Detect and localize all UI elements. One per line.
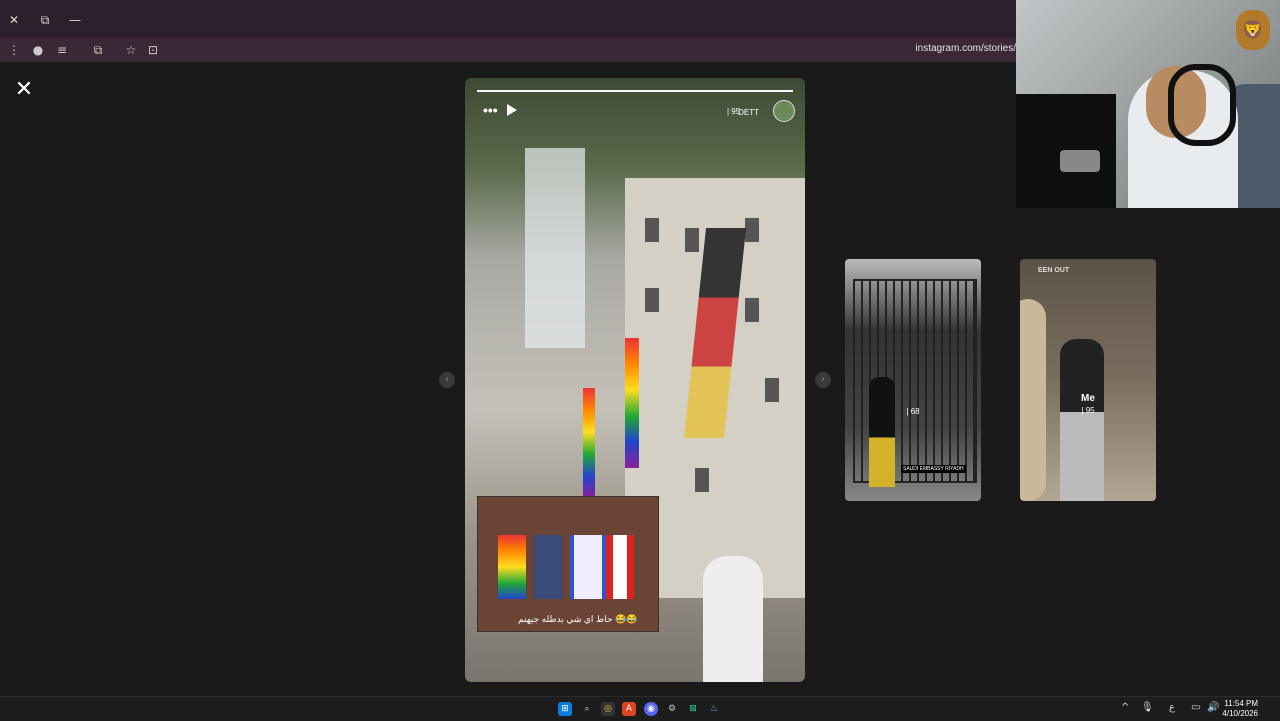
- story-sky: [525, 148, 585, 348]
- clock-date: 4/10/2026: [1222, 709, 1258, 718]
- story-username[interactable]: DETT: [738, 108, 759, 117]
- story-inset-image: حاط اي شي بدطله جيهنم 😂😂: [477, 496, 659, 632]
- chrome-icon[interactable]: ◎: [601, 702, 615, 716]
- story-progress-fill: [477, 90, 793, 92]
- building-window: [745, 218, 759, 242]
- building-window: [745, 298, 759, 322]
- thumbnail-person: [1060, 339, 1104, 501]
- thumbnail-name: Me: [1081, 393, 1095, 404]
- terminal-icon[interactable]: ⊠: [686, 702, 700, 716]
- building-window: [685, 228, 699, 252]
- story-flag: [583, 388, 595, 498]
- window-close-icon[interactable]: ✕: [6, 12, 22, 28]
- inset-flag: [570, 535, 606, 599]
- mic-tray-icon[interactable]: 🎙: [1141, 702, 1154, 713]
- building-window: [645, 288, 659, 312]
- window-minimize-icon[interactable]: —: [67, 12, 83, 28]
- active-story[interactable]: حاط اي شي بدطله جيهنم 😂😂 ••• | 95 DETT: [465, 78, 805, 682]
- tray-chevron-icon[interactable]: ^: [1121, 702, 1129, 713]
- building-window: [695, 468, 709, 492]
- bookmark-star-icon[interactable]: ☆: [123, 42, 139, 58]
- thumbnail-count: | 68: [906, 407, 920, 416]
- clock-time: 11:54 PM: [1224, 699, 1258, 708]
- browser-menu-icon[interactable]: ⋮: [6, 42, 22, 58]
- inset-caption: حاط اي شي بدطله جيهنم 😂😂: [518, 614, 638, 624]
- thumbnail-person: [869, 377, 895, 487]
- profile-icon[interactable]: ●: [30, 42, 46, 58]
- discord-icon[interactable]: ◉: [644, 702, 658, 716]
- story-play-icon[interactable]: [507, 104, 517, 116]
- inset-flag: [606, 535, 634, 599]
- volume-icon[interactable]: 🔊: [1207, 702, 1219, 713]
- thumbnail-tag: EEN OUT: [1038, 267, 1070, 274]
- extensions-icon[interactable]: ⧉: [90, 42, 106, 58]
- story-avatar[interactable]: [773, 100, 795, 122]
- story-flag: [625, 338, 639, 468]
- network-icon[interactable]: ▭: [1191, 702, 1200, 713]
- webcam-overlay: 🦁: [1016, 0, 1280, 208]
- inset-flag: [498, 535, 526, 599]
- close-viewer-icon[interactable]: ✕: [14, 79, 34, 101]
- building-window: [765, 378, 779, 402]
- building-window: [645, 218, 659, 242]
- media-control-icon[interactable]: ≡: [54, 42, 70, 58]
- start-menu-icon[interactable]: ⊞: [558, 702, 572, 716]
- thumbnail-count: | 95: [1081, 406, 1095, 415]
- tab-search-icon[interactable]: ⊡: [145, 42, 161, 58]
- lion-logo-icon: 🦁: [1236, 10, 1270, 50]
- story-thumbnail[interactable]: EEN OUT Me | 95: [1020, 259, 1156, 501]
- address-bar-url[interactable]: instagram.com/stories/: [915, 43, 1016, 54]
- story-progress-bar: [477, 90, 793, 92]
- headphones-icon: [1168, 64, 1236, 146]
- story-thumbnail[interactable]: | 68 SAUDI EMBASSY RIYADH: [845, 259, 981, 501]
- obs-icon[interactable]: ⚙: [665, 702, 679, 716]
- microphone-icon: [1060, 150, 1100, 172]
- system-clock[interactable]: 11:54 PM 4/10/2026: [1222, 699, 1258, 719]
- search-icon[interactable]: ⌕: [580, 702, 594, 716]
- next-story-icon[interactable]: ›: [815, 372, 831, 388]
- window-restore-icon[interactable]: ⧉: [37, 12, 53, 28]
- previous-story-icon[interactable]: ‹: [439, 372, 455, 388]
- windows-taskbar: ⊞ ⌕ ◎ A ◉ ⚙ ⊠ ♨ ^ 🎙 ع ▭ 🔊 11:54 PM 4/10/…: [0, 696, 1280, 721]
- steam-icon[interactable]: ♨: [707, 702, 721, 716]
- language-indicator[interactable]: ع: [1169, 702, 1175, 713]
- story-person: [703, 556, 763, 682]
- thumbnail-caption: SAUDI EMBASSY RIYADH: [901, 465, 966, 473]
- story-more-options-icon[interactable]: •••: [483, 102, 498, 118]
- inset-flag: [534, 535, 562, 599]
- acrobat-icon[interactable]: A: [622, 702, 636, 716]
